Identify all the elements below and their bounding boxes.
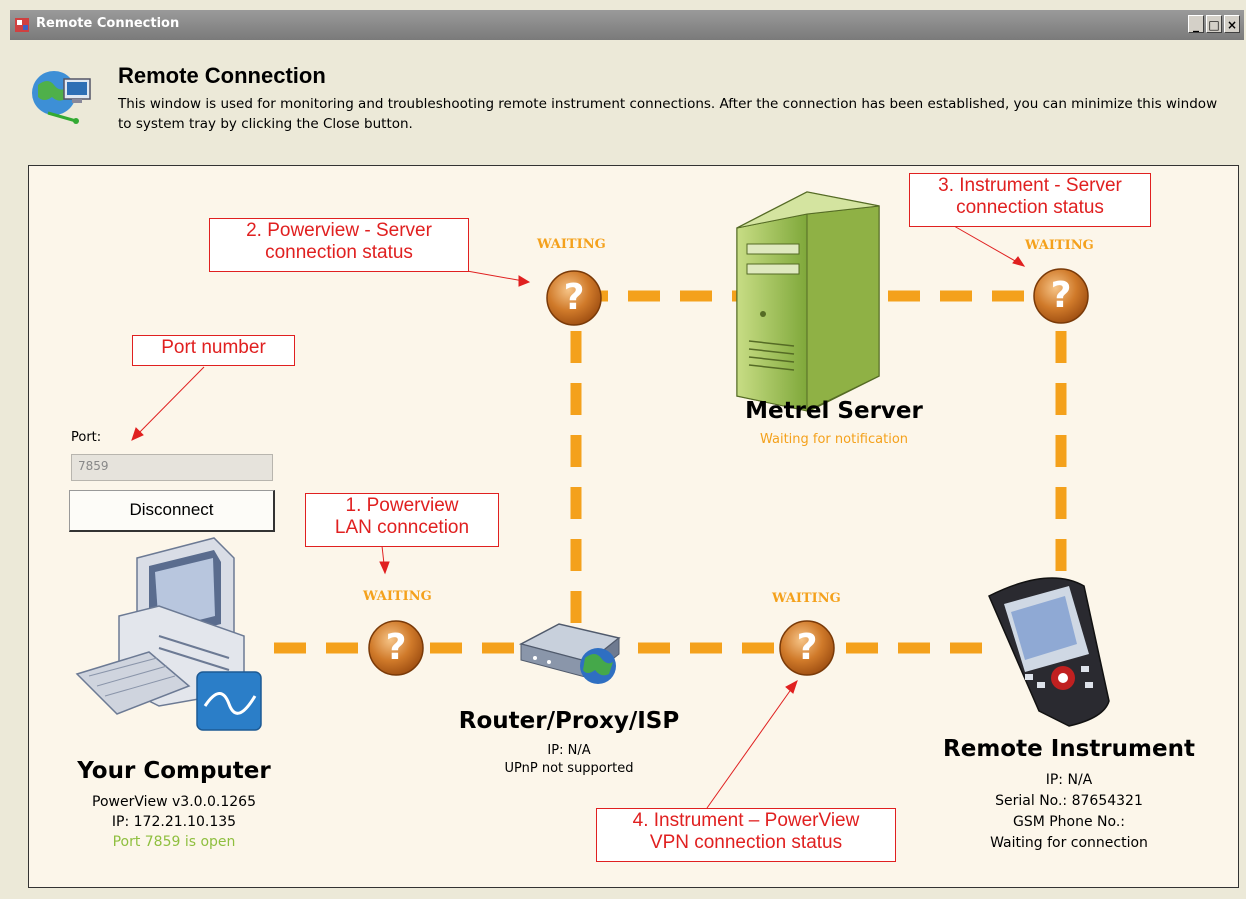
callout-powerview-server: 2. Powerview - Server connection status [209, 218, 469, 272]
computer-icon [75, 537, 262, 731]
callout-instrument-server: 3. Instrument - Server connection status [909, 173, 1151, 227]
router-upnp: UPnP not supported [504, 761, 634, 776]
disconnect-button[interactable]: Disconnect [69, 490, 275, 532]
status-label-instrument-powerview: WAITING [772, 591, 841, 606]
arrow-instrument-server [953, 225, 1025, 267]
status-icon-powerview-lan: ? [368, 620, 424, 676]
network-globe-icon [32, 71, 91, 124]
header-title: Remote Connection [118, 63, 326, 88]
instrument-ip: IP: N/A [1045, 772, 1093, 788]
status-label-powerview-server: WAITING [537, 237, 606, 252]
app-window-icon [15, 18, 29, 32]
connection-diagram-panel: ? ? ? ? WAITING WAITING WAITING WAITING … [28, 165, 1239, 888]
server-status: Waiting for notification [759, 432, 909, 447]
port-label: Port: [71, 430, 102, 445]
callout-port-number: Port number [132, 335, 295, 366]
computer-ip: IP: 172.21.10.135 [111, 814, 237, 830]
close-button[interactable]: × [1224, 15, 1240, 33]
callout-instrument-powerview: 4. Instrument – PowerView VPN connection… [596, 808, 896, 862]
svg-text:?: ? [386, 627, 407, 668]
callout-line: Port number [161, 337, 266, 358]
instrument-serial: Serial No.: 87654321 [995, 793, 1143, 809]
callout-line: 1. Powerview [345, 495, 459, 516]
callout-line: LAN conncetion [334, 517, 470, 538]
instrument-connection: Waiting for connection [990, 835, 1148, 851]
maximize-button[interactable]: □ [1206, 15, 1222, 33]
minimize-button[interactable]: _ [1188, 15, 1204, 33]
instrument-icon [988, 577, 1110, 727]
status-label-instrument-server: WAITING [1025, 238, 1094, 253]
server-title: Metrel Server [745, 398, 923, 424]
computer-port-status: Port 7859 is open [112, 834, 236, 850]
callout-line: connection status [956, 197, 1104, 218]
computer-title: Your Computer [77, 758, 271, 784]
arrow-instrument-powerview [706, 680, 798, 809]
window-titlebar: Remote Connection _ □ × [10, 10, 1244, 40]
router-ip: IP: N/A [547, 743, 591, 758]
router-title: Router/Proxy/ISP [458, 708, 680, 734]
callout-line: 4. Instrument – PowerView [632, 810, 860, 831]
port-input[interactable]: 7859 [71, 454, 273, 481]
status-icon-instrument-powerview: ? [779, 620, 835, 676]
callout-line: VPN connection status [649, 832, 843, 853]
callout-line: 2. Powerview - Server [246, 220, 432, 241]
callout-powerview-lan: 1. Powerview LAN conncetion [305, 493, 499, 547]
status-icon-powerview-server: ? [546, 270, 602, 326]
window-title: Remote Connection [36, 16, 180, 31]
router-icon [518, 623, 621, 684]
header-description: This window is used for monitoring and t… [118, 96, 1218, 132]
svg-text:?: ? [797, 627, 818, 668]
computer-version: PowerView v3.0.0.1265 [92, 794, 256, 810]
status-icon-instrument-server: ? [1033, 268, 1089, 324]
callout-line: connection status [265, 242, 413, 263]
arrow-port-number [131, 366, 205, 441]
callout-line: 3. Instrument - Server [938, 175, 1122, 196]
status-label-powerview-lan: WAITING [363, 589, 432, 604]
server-icon [736, 191, 880, 412]
instrument-title: Remote Instrument [943, 736, 1195, 762]
svg-text:?: ? [564, 277, 585, 318]
instrument-gsm: GSM Phone No.: [1012, 814, 1126, 830]
svg-text:?: ? [1051, 275, 1072, 316]
